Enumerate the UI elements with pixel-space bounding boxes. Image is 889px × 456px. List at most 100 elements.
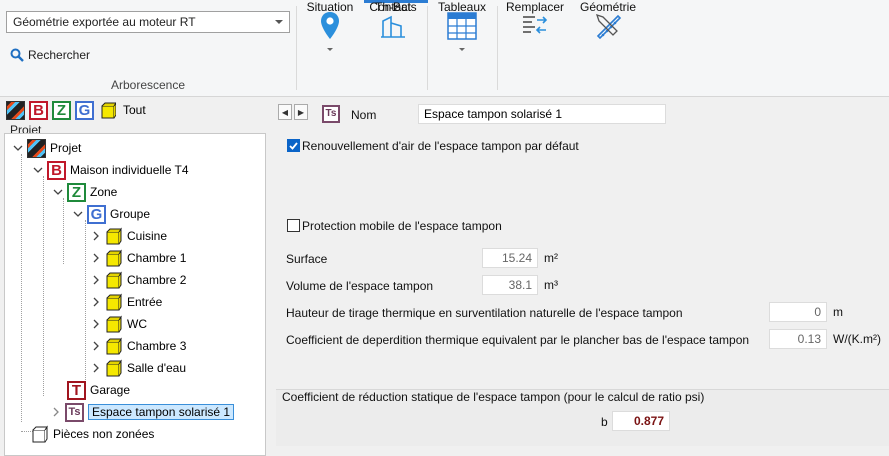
chevron-down-icon[interactable] xyxy=(53,187,63,197)
tree-node-room[interactable]: Chambre 3 xyxy=(91,336,186,356)
next-arrow-icon[interactable]: ▶ xyxy=(294,104,308,120)
tree-node-label: Salle d'eau xyxy=(127,361,187,375)
chevron-right-icon[interactable] xyxy=(91,231,101,241)
room-cube-icon xyxy=(106,337,122,355)
tree-node-non-zonees[interactable]: Pièces non zonées xyxy=(31,424,154,444)
geometry-select-value: Géométrie exportée au moteur RT xyxy=(13,15,196,29)
filter-group-badge[interactable]: G xyxy=(75,100,94,120)
ribbon-separator xyxy=(427,6,428,90)
room-cube-icon xyxy=(106,271,122,289)
protection-label[interactable]: Protection mobile de l'espace tampon xyxy=(302,219,502,233)
chevron-down-icon xyxy=(327,48,333,51)
building-badge: B xyxy=(47,160,66,180)
filter-all-label[interactable]: Tout xyxy=(123,103,146,117)
b-label: b xyxy=(601,415,608,429)
tableaux-button[interactable]: Tableaux xyxy=(434,0,490,92)
volume-field[interactable]: 38.1 xyxy=(482,275,538,295)
chevron-right-icon[interactable] xyxy=(91,319,101,329)
tree-node-room[interactable]: Chambre 1 xyxy=(91,248,186,268)
tree-guide xyxy=(85,220,86,388)
tree-node-zone[interactable]: Z Zone xyxy=(53,182,117,202)
room-cube-icon[interactable] xyxy=(98,101,116,119)
hauteur-field[interactable]: 0 xyxy=(769,302,827,322)
replace-icon xyxy=(523,16,548,34)
search-button[interactable]: Rechercher xyxy=(10,46,90,64)
remplacer-label: Remplacer xyxy=(505,0,565,14)
chevron-down-icon[interactable] xyxy=(13,143,23,153)
tree-node-label: Zone xyxy=(90,185,118,199)
volume-label: Volume de l'espace tampon xyxy=(286,279,434,293)
filter-zone-badge[interactable]: Z xyxy=(52,100,71,120)
tree-node-room[interactable]: WC xyxy=(91,314,147,334)
tree-node-room[interactable]: Chambre 2 xyxy=(91,270,186,290)
room-cube-icon xyxy=(106,249,122,267)
chevron-right-icon[interactable] xyxy=(51,407,61,417)
location-pin-icon xyxy=(321,12,339,39)
filter-bar: B Z G Tout xyxy=(0,97,270,123)
chevron-down-icon xyxy=(275,20,283,24)
surface-label: Surface xyxy=(286,252,328,266)
tree-node-maison[interactable]: B Maison individuelle T4 xyxy=(33,160,189,180)
tree-node-room[interactable]: Salle d'eau xyxy=(91,358,186,378)
chevron-down-icon[interactable] xyxy=(73,209,83,219)
ribbon-section-label: Arborescence xyxy=(110,78,186,92)
tree-node-label: Pièces non zonées xyxy=(53,427,155,441)
chevron-right-icon[interactable] xyxy=(91,341,101,351)
chevron-down-icon[interactable] xyxy=(33,165,43,175)
tree-node-projet[interactable]: Projet xyxy=(13,138,81,158)
protection-checkbox[interactable] xyxy=(287,219,300,232)
name-field[interactable]: Espace tampon solarisé 1 xyxy=(418,104,666,124)
surface-field[interactable]: 15.24 xyxy=(482,248,538,268)
coef-label: Coefficient de deperdition thermique equ… xyxy=(286,333,750,347)
tree-node-label: Projet xyxy=(50,141,82,155)
name-label: Nom xyxy=(351,108,377,122)
chevron-right-icon[interactable] xyxy=(91,297,101,307)
tree-node-label: Garage xyxy=(90,383,131,397)
filter-building-badge[interactable]: B xyxy=(29,100,48,120)
unheated-badge: T xyxy=(67,380,86,400)
geometrie-label: Géométrie xyxy=(579,0,637,14)
room-cube-icon xyxy=(106,315,122,333)
tree-node-garage[interactable]: T Garage xyxy=(67,380,130,400)
prev-arrow-icon[interactable]: ◀ xyxy=(278,104,292,120)
tree-node-espace-tampon[interactable]: Ts Espace tampon solarisé 1 xyxy=(51,402,235,422)
ribbon-separator xyxy=(497,6,498,90)
reduction-coefficient-group: Coefficient de réduction statique de l'e… xyxy=(276,389,889,446)
tree-node-label: Espace tampon solarisé 1 xyxy=(88,404,235,420)
room-cube-icon xyxy=(106,227,122,245)
hauteur-unit: m xyxy=(833,305,843,319)
b-value-field: 0.877 xyxy=(612,411,670,431)
renouvellement-checkbox[interactable] xyxy=(287,139,300,152)
project-tree: Projet B Maison individuelle T4 Z Zone G… xyxy=(4,133,266,456)
geometrie-button[interactable]: Géométrie xyxy=(576,0,640,92)
type-badge: Ts xyxy=(322,105,340,123)
coef-field[interactable]: 0.13 xyxy=(769,329,827,349)
all-types-filter-icon[interactable] xyxy=(6,100,25,120)
tree-node-label: Groupe xyxy=(110,207,151,221)
chevron-right-icon[interactable] xyxy=(91,275,101,285)
tree-node-groupe[interactable]: G Groupe xyxy=(73,204,150,224)
tree-node-label: Chambre 3 xyxy=(127,339,187,353)
checkmark-icon xyxy=(289,142,298,150)
tree-guide xyxy=(21,154,22,422)
situation-button[interactable]: Situation xyxy=(303,0,357,92)
table-icon xyxy=(447,12,477,40)
tree-node-room[interactable]: Entrée xyxy=(91,292,162,312)
renouvellement-label[interactable]: Renouvellement d'air de l'espace tampon … xyxy=(302,139,579,153)
tree-node-label: Cuisine xyxy=(127,229,168,243)
group-title: Coefficient de réduction statique de l'e… xyxy=(282,390,705,404)
project-icon xyxy=(27,138,46,158)
coef-unit: W/(K.m²) xyxy=(833,332,881,346)
tree-guide xyxy=(63,198,64,264)
buffer-space-badge: Ts xyxy=(65,402,84,422)
tree-node-label: Chambre 1 xyxy=(127,251,187,265)
chevron-right-icon[interactable] xyxy=(91,253,101,263)
chevron-right-icon[interactable] xyxy=(91,363,101,373)
geometry-select[interactable]: Géométrie exportée au moteur RT xyxy=(6,11,290,33)
contacts-thbat-button[interactable]: Contacts Th-Bat xyxy=(364,0,422,92)
surface-unit: m² xyxy=(544,251,558,265)
room-cube-icon xyxy=(106,293,122,311)
remplacer-button[interactable]: Remplacer xyxy=(504,0,566,92)
tree-node-label: Chambre 2 xyxy=(127,273,187,287)
tree-node-room[interactable]: Cuisine xyxy=(91,226,167,246)
